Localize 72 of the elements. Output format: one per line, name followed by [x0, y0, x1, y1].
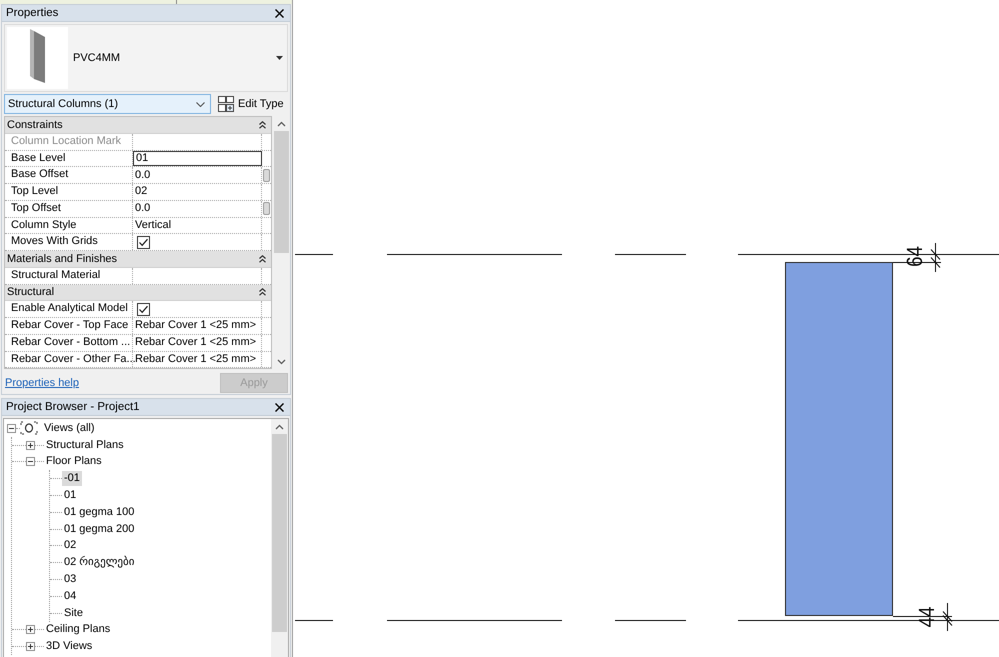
- tree-item[interactable]: 3D Views: [44, 639, 94, 654]
- tree-item[interactable]: -01: [62, 471, 82, 486]
- property-label: Top Offset: [5, 200, 133, 216]
- level-line[interactable]: [294, 254, 999, 255]
- edit-type-icon: [218, 96, 234, 112]
- chevron-down-icon: [196, 102, 205, 106]
- scroll-down-icon[interactable]: [277, 359, 286, 365]
- panel-title: Project Browser - Project1: [6, 400, 140, 414]
- property-value[interactable]: 0.0: [133, 200, 262, 216]
- caret-icon: [276, 56, 283, 60]
- collapse-icon[interactable]: [259, 288, 266, 296]
- property-value[interactable]: Rebar Cover 1 <25 mm>: [133, 334, 262, 350]
- group-header[interactable]: Materials and Finishes: [5, 251, 271, 268]
- collapse-icon[interactable]: [259, 254, 266, 263]
- scroll-up-icon[interactable]: [275, 424, 284, 430]
- scrollbar-thumb[interactable]: [272, 434, 287, 632]
- tree-item[interactable]: 02 რიგელები: [62, 555, 136, 570]
- dimension-line[interactable]: [892, 602, 952, 632]
- scroll-up-icon[interactable]: [277, 121, 286, 127]
- type-selector[interactable]: PVC4MM: [4, 24, 288, 92]
- group-header[interactable]: Constraints: [5, 117, 271, 134]
- parameter-button[interactable]: [263, 202, 270, 216]
- property-value[interactable]: 01: [133, 150, 262, 166]
- tree-item[interactable]: Views (all): [42, 420, 97, 436]
- tree-item[interactable]: 04: [62, 588, 78, 604]
- property-value[interactable]: 02: [133, 184, 262, 200]
- edit-type-button[interactable]: Edit Type: [216, 94, 286, 114]
- tree-item[interactable]: 01 gegma 200: [62, 522, 136, 537]
- tree-item[interactable]: 02: [62, 538, 78, 554]
- property-label: Structural Material: [5, 268, 133, 284]
- property-value[interactable]: Rebar Cover 1 <25 mm>: [133, 352, 262, 368]
- structural-column[interactable]: [785, 262, 893, 616]
- tree-item[interactable]: Ceiling Plans: [44, 622, 112, 638]
- help-link[interactable]: Properties help: [5, 376, 79, 388]
- property-label: Rebar Cover - Top Face: [5, 318, 133, 334]
- property-value[interactable]: 0.0: [133, 167, 262, 183]
- property-value[interactable]: Rebar Cover 1 <25 mm>: [133, 318, 262, 334]
- property-label: Base Offset: [5, 167, 133, 183]
- tree-item[interactable]: Structural Plans: [44, 438, 126, 453]
- tree-item[interactable]: Site: [62, 606, 85, 621]
- property-label: Enable Analytical Model: [5, 301, 133, 317]
- checkbox[interactable]: [137, 302, 150, 316]
- property-label: Rebar Cover - Bottom ...: [5, 334, 133, 350]
- expand-toggle[interactable]: [26, 440, 35, 450]
- expand-toggle[interactable]: [26, 457, 35, 466]
- tree-item[interactable]: 01 gegma 100: [62, 504, 136, 520]
- close-icon[interactable]: [275, 8, 284, 18]
- collapse-icon[interactable]: [259, 120, 266, 129]
- expand-toggle[interactable]: [26, 625, 35, 634]
- checkbox[interactable]: [137, 236, 150, 249]
- expand-toggle[interactable]: [7, 424, 16, 433]
- property-label: Rebar Cover - Other Fa...: [5, 352, 133, 368]
- category-dropdown[interactable]: Structural Columns (1): [4, 94, 211, 114]
- tree-item[interactable]: 01: [62, 488, 78, 504]
- dimension-line[interactable]: [892, 242, 942, 272]
- property-value[interactable]: Vertical: [133, 218, 262, 234]
- view-icon: [20, 421, 38, 436]
- type-preview-image: [7, 27, 68, 89]
- expand-toggle[interactable]: [26, 642, 35, 652]
- property-label: Column Style: [5, 218, 133, 234]
- tree-item[interactable]: Floor Plans: [44, 454, 104, 470]
- property-label: Base Level: [5, 150, 133, 166]
- panel-title: Properties: [6, 6, 58, 20]
- parameter-button[interactable]: [263, 168, 270, 182]
- level-line[interactable]: [294, 620, 999, 621]
- group-header[interactable]: Structural: [5, 284, 271, 302]
- scrollbar-thumb[interactable]: [274, 131, 289, 253]
- tree-item[interactable]: 03: [62, 572, 78, 588]
- property-label: Top Level: [5, 184, 133, 200]
- property-label: Moves With Grids: [5, 234, 133, 250]
- scrollbar[interactable]: [271, 419, 288, 657]
- close-icon[interactable]: [275, 402, 284, 412]
